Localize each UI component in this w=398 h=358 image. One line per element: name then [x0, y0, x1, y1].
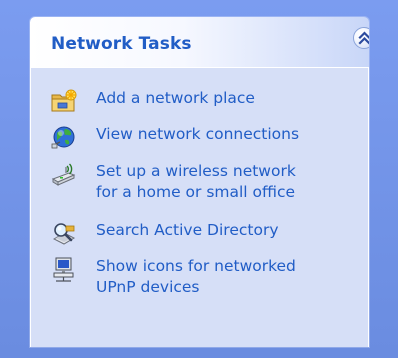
task-label-line: Show icons for networked	[96, 257, 296, 275]
task-label: Show icons for networked UPnP devices	[96, 256, 356, 298]
upnp-device-icon	[50, 255, 78, 283]
task-search-active-directory[interactable]: Search Active Directory	[50, 219, 350, 245]
task-add-network-place[interactable]: Add a network place	[50, 87, 350, 113]
task-label-line: View network connections	[96, 125, 300, 143]
task-label: Set up a wireless network for a home or …	[96, 161, 356, 203]
task-label: Search Active Directory	[96, 220, 356, 241]
panel-header[interactable]: Network Tasks	[30, 17, 369, 68]
task-label: View network connections	[96, 124, 356, 145]
panel-body: Add a network place View network connect…	[30, 68, 369, 347]
wireless-network-icon	[50, 160, 78, 188]
network-globe-icon	[50, 123, 78, 151]
chevron-double-up-icon	[358, 31, 369, 45]
task-setup-wireless-network[interactable]: Set up a wireless network for a home or …	[50, 160, 350, 208]
panel-title: Network Tasks	[51, 34, 192, 54]
network-tasks-panel: Network Tasks Add a network place View n…	[30, 17, 369, 347]
task-label-line: for a home or small office	[96, 183, 296, 201]
task-label-line: UPnP devices	[96, 278, 200, 296]
network-place-folder-icon	[50, 87, 78, 115]
task-show-upnp-devices[interactable]: Show icons for networked UPnP devices	[50, 255, 350, 303]
search-directory-icon	[50, 219, 78, 247]
task-label-line: Add a network place	[96, 89, 255, 107]
task-label-line: Search Active Directory	[96, 221, 279, 239]
task-label-line: Set up a wireless network	[96, 162, 296, 180]
task-view-network-connections[interactable]: View network connections	[50, 123, 350, 149]
task-pane: Network Tasks Add a network place View n…	[0, 0, 398, 358]
collapse-button[interactable]	[353, 27, 369, 49]
task-label: Add a network place	[96, 88, 356, 109]
